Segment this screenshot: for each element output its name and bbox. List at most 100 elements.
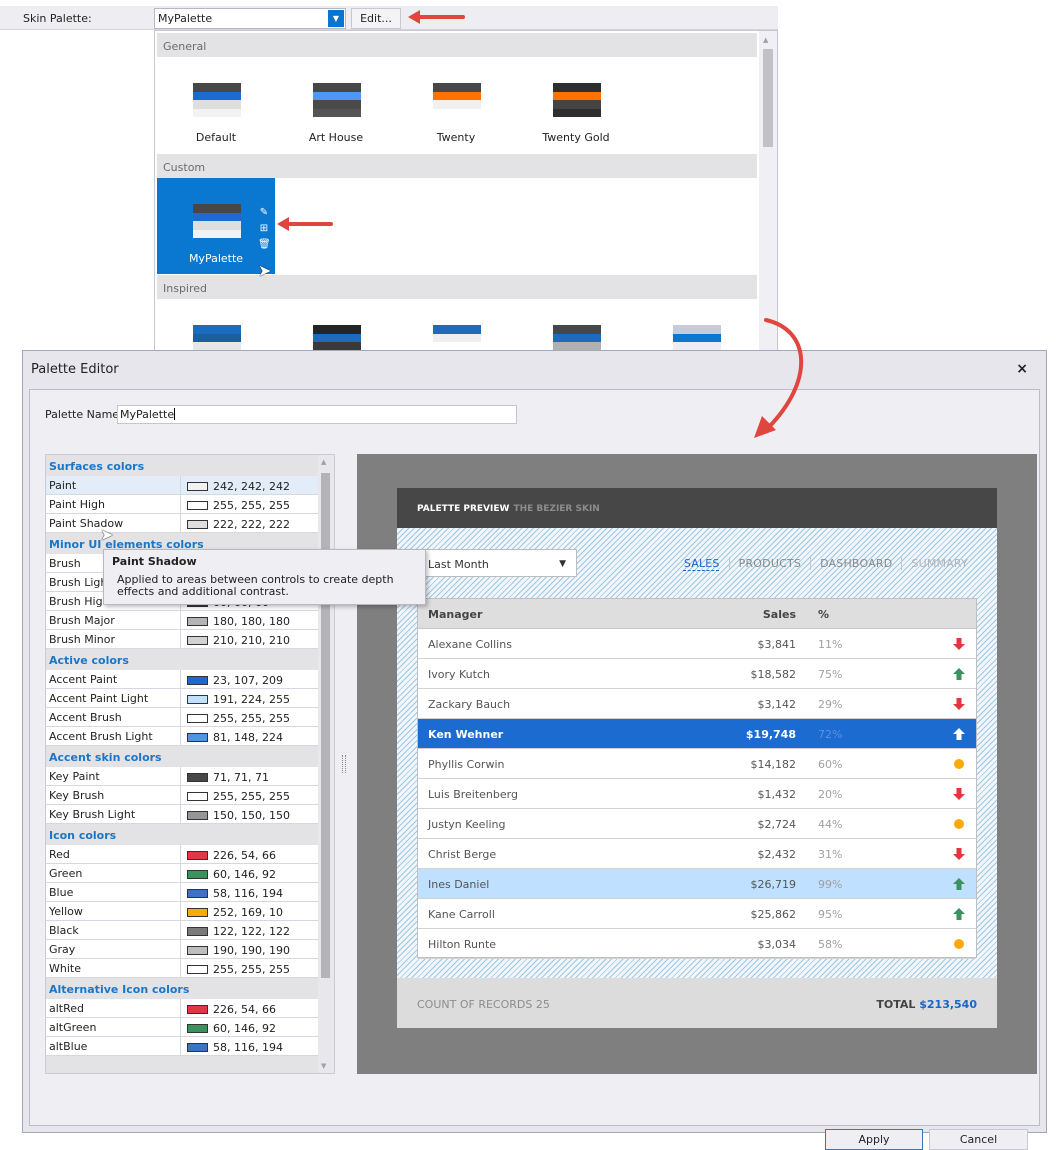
color-value-cell[interactable]: 58, 116, 194: [181, 1037, 283, 1055]
color-chip[interactable]: [187, 1043, 208, 1052]
cancel-button[interactable]: Cancel: [929, 1129, 1028, 1150]
color-row[interactable]: Brush Major 180, 180, 180: [46, 611, 318, 630]
palette-item[interactable]: Default: [157, 57, 275, 153]
scrollbar-thumb[interactable]: [763, 49, 773, 147]
color-row[interactable]: Paint 242, 242, 242: [46, 476, 318, 495]
table-row[interactable]: Ines Daniel $26,719 99%: [418, 869, 976, 899]
scroll-up-icon[interactable]: ▲: [321, 458, 326, 466]
color-row[interactable]: Accent Brush Light 81, 148, 224: [46, 727, 318, 746]
color-value-cell[interactable]: 58, 116, 194: [181, 883, 283, 901]
table-row[interactable]: Ken Wehner $19,748 72%: [418, 719, 976, 749]
scroll-down-icon[interactable]: ▼: [321, 1062, 326, 1070]
color-value-cell[interactable]: 60, 146, 92: [181, 864, 276, 882]
color-chip[interactable]: [187, 851, 208, 860]
splitter-handle[interactable]: [342, 755, 346, 773]
palette-item[interactable]: Twenty Gold: [517, 57, 635, 153]
tab-products[interactable]: PRODUCTS: [728, 557, 810, 570]
color-row[interactable]: Accent Paint Light 191, 224, 255: [46, 689, 318, 708]
table-row[interactable]: Christ Berge $2,432 31%: [418, 839, 976, 869]
table-row[interactable]: Phyllis Corwin $14,182 60%: [418, 749, 976, 779]
color-value-cell[interactable]: 60, 146, 92: [181, 1018, 276, 1036]
color-value-cell[interactable]: 71, 71, 71: [181, 767, 269, 785]
color-chip[interactable]: [187, 1024, 208, 1033]
color-value-cell[interactable]: 255, 255, 255: [181, 959, 290, 977]
color-row[interactable]: altGreen 60, 146, 92: [46, 1018, 318, 1037]
close-icon[interactable]: ×: [1016, 361, 1028, 377]
edit-palette-button[interactable]: Edit...: [351, 8, 401, 29]
chevron-down-icon[interactable]: ▼: [559, 559, 566, 569]
color-row[interactable]: altBlue 58, 116, 194: [46, 1037, 318, 1056]
color-chip[interactable]: [187, 676, 208, 685]
color-value-cell[interactable]: 210, 210, 210: [181, 630, 290, 648]
color-chip[interactable]: [187, 501, 208, 510]
palette-item[interactable]: [277, 299, 395, 351]
color-row[interactable]: Paint Shadow 222, 222, 222: [46, 514, 318, 533]
table-row[interactable]: Zackary Bauch $3,142 29%: [418, 689, 976, 719]
scroll-up-icon[interactable]: ▲: [763, 36, 768, 44]
color-chip[interactable]: [187, 617, 208, 626]
gallery-scrollbar[interactable]: ▲: [759, 31, 777, 351]
table-row[interactable]: Kane Carroll $25,862 95%: [418, 899, 976, 929]
tab-sales[interactable]: SALES: [675, 557, 729, 570]
table-row[interactable]: Ivory Kutch $18,582 75%: [418, 659, 976, 689]
color-value-cell[interactable]: 242, 242, 242: [181, 476, 290, 494]
table-row[interactable]: Justyn Keeling $2,724 44%: [418, 809, 976, 839]
edit-icon[interactable]: ✎: [258, 205, 270, 221]
column-header-percent[interactable]: %: [818, 608, 829, 621]
color-row[interactable]: Key Brush Light 150, 150, 150: [46, 805, 318, 824]
color-chip[interactable]: [187, 482, 208, 491]
color-chip[interactable]: [187, 946, 208, 955]
color-value-cell[interactable]: 191, 224, 255: [181, 689, 290, 707]
color-row[interactable]: Brush Minor 210, 210, 210: [46, 630, 318, 649]
table-row[interactable]: Hilton Runte $3,034 58%: [418, 929, 976, 959]
table-row[interactable]: Luis Breitenberg $1,432 20%: [418, 779, 976, 809]
color-chip[interactable]: [187, 889, 208, 898]
color-value-cell[interactable]: 190, 190, 190: [181, 940, 290, 958]
palette-name-input[interactable]: MyPalette: [117, 405, 517, 424]
tab-dashboard[interactable]: DASHBOARD: [810, 557, 901, 570]
color-chip[interactable]: [187, 1005, 208, 1014]
color-list-scrollbar[interactable]: ▲ ▼: [318, 455, 334, 1073]
color-chip[interactable]: [187, 811, 208, 820]
apply-button[interactable]: Apply: [825, 1129, 923, 1150]
tab-summary[interactable]: SUMMARY: [901, 557, 977, 570]
skin-palette-dropdown[interactable]: MyPalette ▼: [154, 8, 346, 29]
color-row[interactable]: Paint High 255, 255, 255: [46, 495, 318, 514]
color-row[interactable]: Gray 190, 190, 190: [46, 940, 318, 959]
color-value-cell[interactable]: 180, 180, 180: [181, 611, 290, 629]
color-row[interactable]: Yellow 252, 169, 10: [46, 902, 318, 921]
color-row[interactable]: Black 122, 122, 122: [46, 921, 318, 940]
color-value-cell[interactable]: 81, 148, 224: [181, 727, 283, 745]
color-value-cell[interactable]: 23, 107, 209: [181, 670, 283, 688]
color-chip[interactable]: [187, 695, 208, 704]
palette-item[interactable]: Art House: [277, 57, 395, 153]
color-value-cell[interactable]: 222, 222, 222: [181, 514, 290, 532]
palette-item[interactable]: [397, 299, 515, 351]
color-chip[interactable]: [187, 792, 208, 801]
color-chip[interactable]: [187, 733, 208, 742]
color-value-cell[interactable]: 226, 54, 66: [181, 845, 276, 863]
color-row[interactable]: White 255, 255, 255: [46, 959, 318, 978]
color-row[interactable]: Accent Brush 255, 255, 255: [46, 708, 318, 727]
color-chip[interactable]: [187, 927, 208, 936]
palette-item[interactable]: Twenty: [397, 57, 515, 153]
color-chip[interactable]: [187, 520, 208, 529]
color-row[interactable]: altRed 226, 54, 66: [46, 999, 318, 1018]
color-value-cell[interactable]: 255, 255, 255: [181, 495, 290, 513]
color-chip[interactable]: [187, 908, 208, 917]
color-value-cell[interactable]: 226, 54, 66: [181, 999, 276, 1017]
table-row[interactable]: Alexane Collins $3,841 11%: [418, 629, 976, 659]
color-row[interactable]: Blue 58, 116, 194: [46, 883, 318, 902]
color-value-cell[interactable]: 122, 122, 122: [181, 921, 290, 939]
palette-item[interactable]: [637, 299, 755, 351]
copy-icon[interactable]: ⊞: [258, 221, 270, 237]
color-row[interactable]: Accent Paint 23, 107, 209: [46, 670, 318, 689]
delete-icon[interactable]: 🗑: [258, 237, 271, 253]
chevron-down-icon[interactable]: ▼: [328, 10, 344, 27]
palette-item[interactable]: [157, 299, 275, 351]
column-header-manager[interactable]: Manager: [428, 608, 482, 621]
color-value-cell[interactable]: 255, 255, 255: [181, 708, 290, 726]
color-value-cell[interactable]: 150, 150, 150: [181, 805, 290, 823]
color-chip[interactable]: [187, 965, 208, 974]
period-dropdown[interactable]: Last Month ▼: [417, 549, 577, 577]
